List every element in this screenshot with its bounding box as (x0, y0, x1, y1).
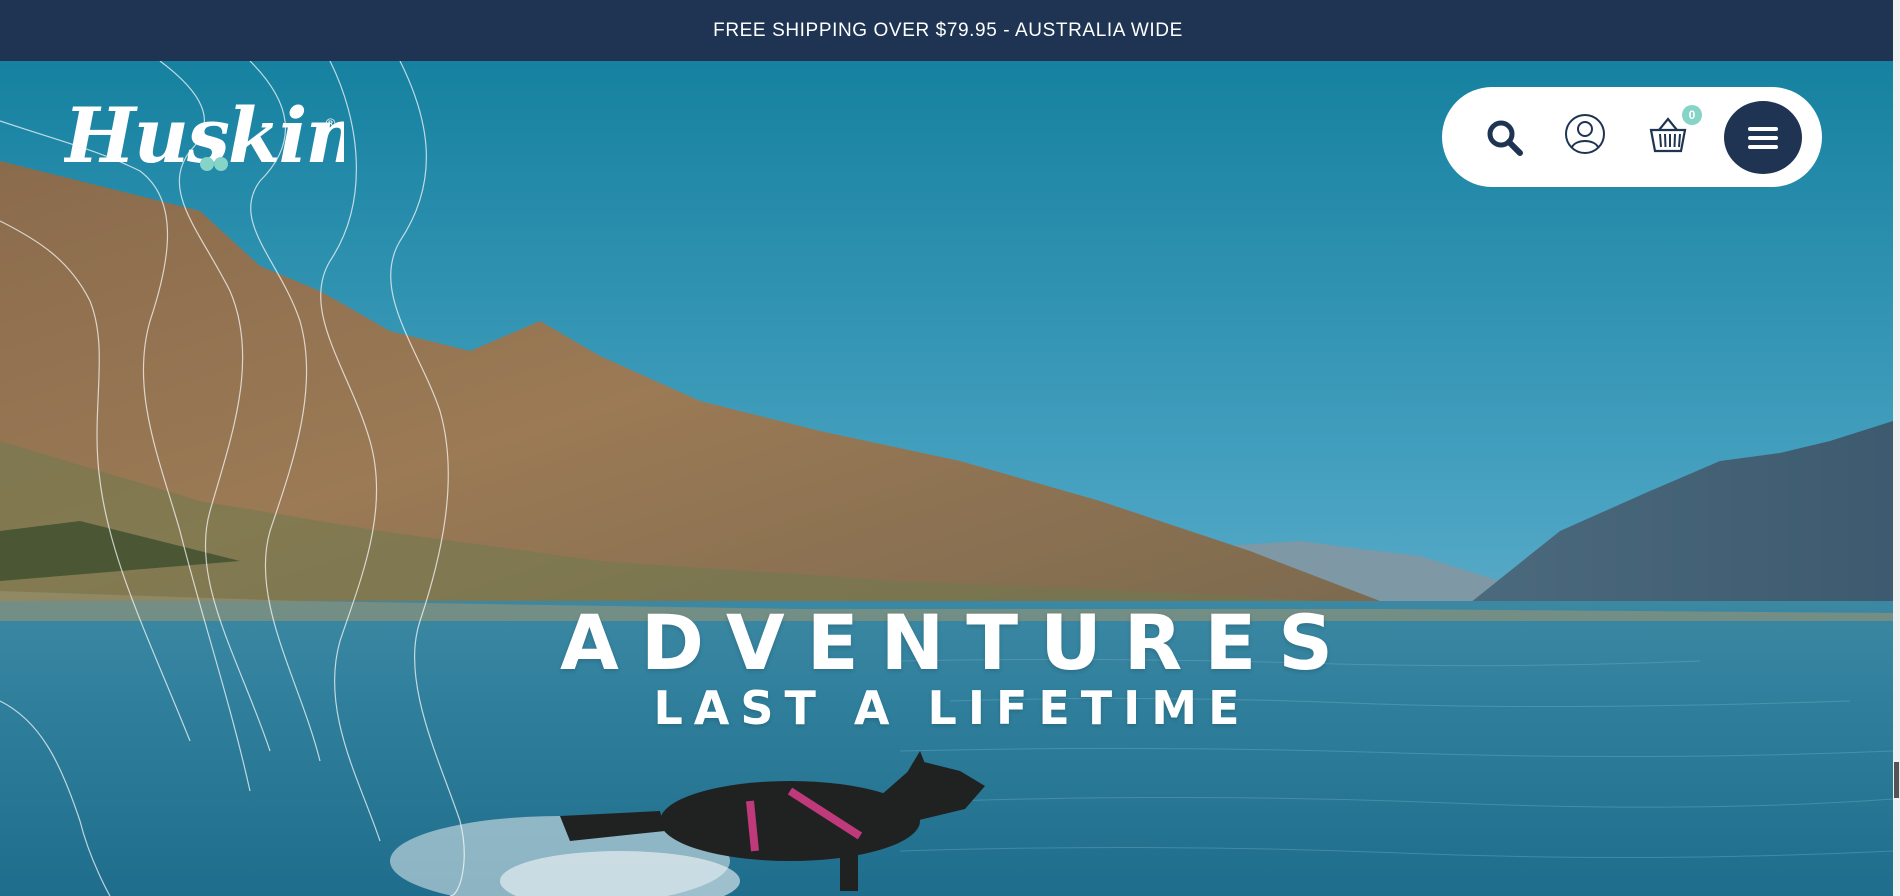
header-actions: 0 (1442, 87, 1822, 187)
logo-wordmark: Huskimo ® (62, 91, 435, 180)
logo-registered-mark: ® (324, 117, 337, 132)
hamburger-menu-icon (1748, 126, 1778, 149)
user-account-icon (1565, 114, 1605, 154)
announcement-text: FREE SHIPPING OVER $79.95 - AUSTRALIA WI… (713, 19, 1183, 41)
page-scrollbar[interactable] (1893, 0, 1900, 896)
hero-subheadline: LAST A LIFETIME (653, 681, 1251, 735)
scrollbar-thumb[interactable] (1894, 762, 1899, 798)
huskimo-logo[interactable]: Huskimo ® (62, 84, 435, 184)
menu-button[interactable] (1724, 101, 1802, 174)
cart-count-badge: 0 (1682, 105, 1702, 125)
announcement-bar: FREE SHIPPING OVER $79.95 - AUSTRALIA WI… (0, 0, 1896, 61)
search-icon (1487, 120, 1523, 156)
hero-headline: ADVENTURES (560, 598, 1355, 687)
account-button[interactable] (1560, 109, 1610, 159)
search-button[interactable] (1480, 113, 1530, 163)
shopping-basket-icon (1649, 117, 1687, 153)
